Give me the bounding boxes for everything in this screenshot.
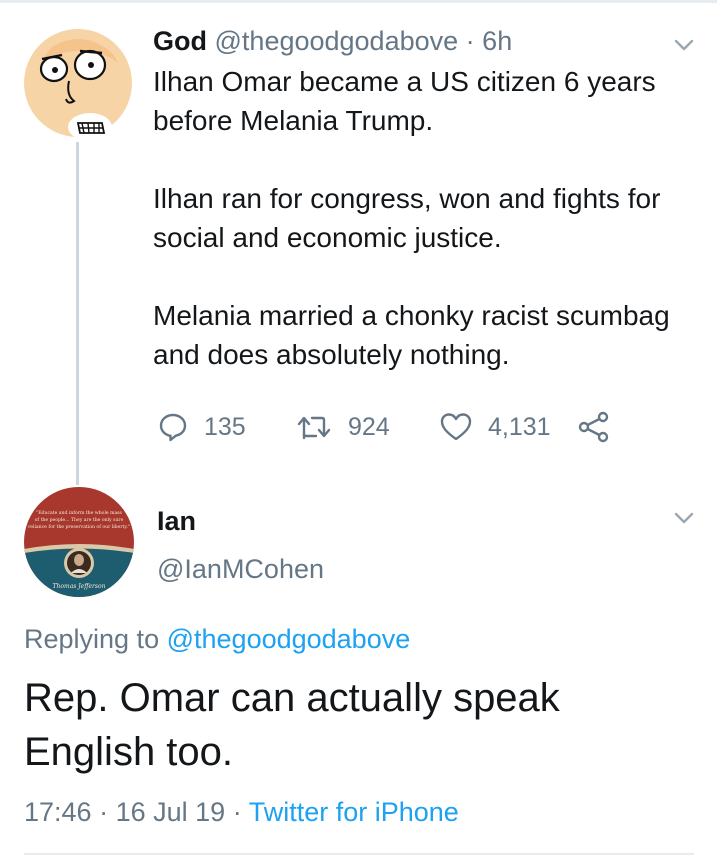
chevron-down-icon[interactable] [671,505,697,531]
svg-text:reliance for the preservation: reliance for the preservation of our lib… [28,524,130,530]
bottom-divider [24,853,694,855]
tweet-text: Rep. Omar can actually speak English too… [24,676,560,774]
replying-to: Replying to @thegoodgodabove [24,622,410,656]
retweet-icon [297,416,331,440]
svg-text:of the people... They are the: of the people... They are the only sure [35,517,124,523]
tweet-meta: 17:46 · 16 Jul 19 · Twitter for iPhone [24,795,459,829]
avatar-caption: Thomas Jefferson [53,583,106,590]
retweet-count: 924 [348,412,390,441]
retweet-button[interactable]: 924 [296,407,390,447]
chevron-down-icon[interactable] [671,32,697,58]
thread-line [76,142,79,485]
timestamp[interactable]: 6h [482,26,512,56]
separator-dot: · [232,797,242,827]
reply-icon [159,413,187,442]
reply-button[interactable]: 135 [158,407,246,447]
share-button[interactable] [578,407,610,447]
replying-mention-link[interactable]: @thegoodgodabove [167,624,411,654]
heart-icon [440,413,472,441]
top-divider [0,0,717,3]
separator-dot: · [465,26,475,56]
separator-dot: · [99,797,109,827]
like-count: 4,131 [488,412,551,441]
tweet-paragraph: Ilhan ran for congress, won and fights f… [153,183,661,253]
replying-prefix: Replying to [24,624,160,654]
tweet-actions: 135 924 4,131 [158,407,628,447]
svg-text:"Educate and inform the whole: "Educate and inform the whole mass [36,510,122,516]
avatar-god[interactable] [22,27,134,139]
tweet-time[interactable]: 17:46 [24,797,92,827]
tweet-text: Ilhan Omar became a US citizen 6 years b… [153,62,703,374]
tweet-source-link[interactable]: Twitter for iPhone [249,797,459,827]
avatar-ian[interactable]: "Educate and inform the whole mass of th… [24,487,134,597]
author-name[interactable]: God [153,26,207,56]
tweet-date[interactable]: 16 Jul 19 [116,797,226,827]
tweet-paragraph: Melania married a chonky racist scumbag … [153,300,670,370]
tweet-paragraph: Ilhan Omar became a US citizen 6 years b… [153,66,656,136]
author-handle[interactable]: @thegoodgodabove [215,26,459,56]
reply-count: 135 [204,412,246,441]
author-handle[interactable]: @IanMCohen [157,553,324,585]
avatar-quote: "Educate and inform the whole mass of th… [28,510,130,530]
author-name[interactable]: Ian [157,505,196,537]
tweet-header: God @thegoodgodabove · 6h [153,24,512,58]
like-button[interactable]: 4,131 [440,407,551,447]
share-icon [578,411,609,443]
